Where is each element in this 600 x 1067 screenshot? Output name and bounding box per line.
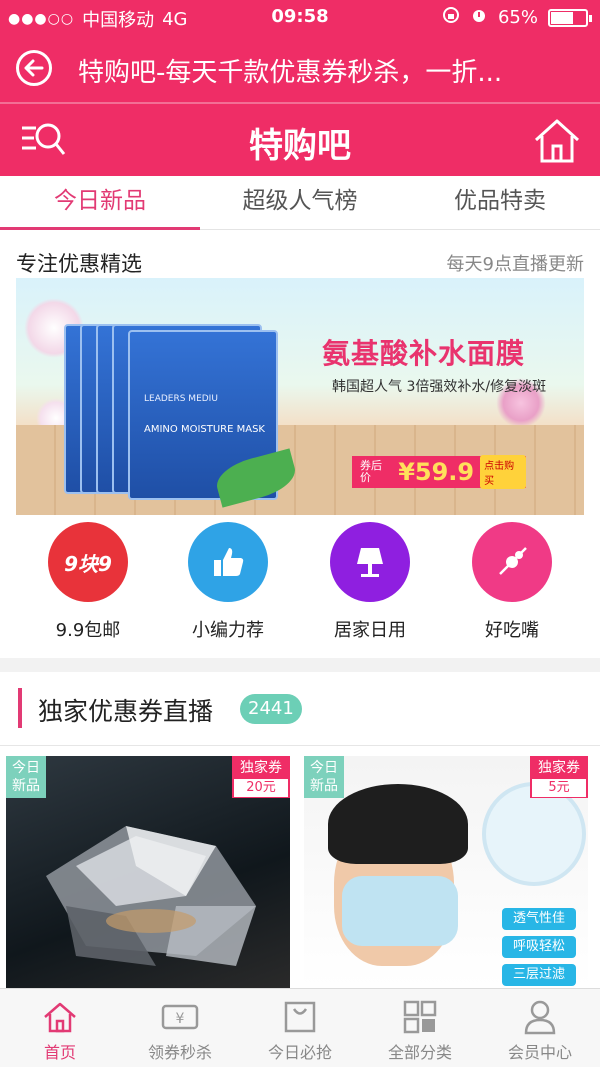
category-icon	[330, 522, 410, 602]
nav-label: 领券秒杀	[147, 1043, 212, 1062]
category-label: 9.9包邮	[55, 620, 121, 641]
new-tag: 今日新品	[304, 756, 344, 798]
battery-percent: 65%	[497, 7, 538, 28]
nav-member-center[interactable]: 会员中心	[480, 989, 600, 1067]
price-label: 券后价	[360, 459, 382, 484]
category-snacks[interactable]: 好吃嘴	[442, 522, 582, 642]
status-right: 65%	[442, 6, 592, 29]
page-title: 特购吧-每天千款优惠券秒杀，一折...	[78, 58, 503, 88]
model-hair	[328, 784, 468, 864]
product-card[interactable]: 透气性佳 呼吸轻松 三层过滤 今日新品 独家券 5元	[304, 756, 588, 988]
bottom-navigation: 首页 ¥ 领券秒杀 今日必抢 全部分类 会员中心	[0, 988, 600, 1067]
category-label: 好吃嘴	[485, 620, 539, 641]
nine-nine-icon: 9块9	[64, 551, 112, 576]
lock-rotation-icon	[442, 6, 460, 29]
coupon-section-header: 独家优惠券直播 2441	[0, 672, 600, 746]
banner-subtitle: 韩国超人气 3倍强效补水/修复淡斑	[332, 379, 547, 395]
nav-today-deals[interactable]: 今日必抢	[240, 989, 360, 1067]
nav-label: 会员中心	[507, 1043, 572, 1062]
coupon-amount: 20元	[234, 779, 288, 797]
nav-categories[interactable]: 全部分类	[360, 989, 480, 1067]
svg-text:¥: ¥	[176, 1011, 185, 1027]
nav-label: 今日必抢	[267, 1043, 332, 1062]
category-row: 9块9 9.9包邮 小编力荐 居家日用 好吃嘴	[0, 522, 600, 642]
coupon-tag-label: 独家券	[538, 760, 580, 776]
pack-brand: LEADERS MEDIU	[144, 394, 218, 404]
category-icon	[188, 522, 268, 602]
skewer-icon	[499, 547, 527, 575]
feature-badge: 呼吸轻松	[502, 936, 576, 958]
category-icon	[472, 522, 552, 602]
lamp-icon	[357, 548, 383, 577]
coupon-tag-label: 独家券	[240, 760, 282, 776]
coupon-tag: 独家券 5元	[530, 756, 588, 798]
coupon-tag: 独家券 20元	[232, 756, 290, 798]
tab-bar: 今日新品 超级人气榜 优品特卖	[0, 176, 600, 230]
featured-note: 每天9点直播更新	[446, 254, 584, 275]
tab-popular[interactable]: 超级人气榜	[200, 176, 400, 229]
promo-banner[interactable]: LEADERS MEDIU AMINO MOISTURE MASK 氨基酸补水面…	[16, 278, 584, 515]
product-grid: 今日新品 独家券 20元 透气性佳 呼吸轻松 三层过滤 今日新品 独家券 5元	[0, 746, 600, 988]
nav-label: 全部分类	[387, 1043, 452, 1062]
coupon-icon: ¥	[160, 997, 200, 1037]
alarm-icon	[470, 6, 488, 29]
user-icon	[520, 997, 560, 1037]
app-header: 特购吧	[0, 104, 600, 176]
status-bar: ●●●○○ 中国移动 4G 09:58 65%	[0, 0, 600, 34]
featured-section: 专注优惠精选 每天9点直播更新 LEADERS MEDIU AMINO MOIS…	[0, 230, 600, 658]
new-tag: 今日新品	[6, 756, 46, 798]
price-value: ¥59.9	[398, 458, 475, 486]
home-button[interactable]	[532, 118, 582, 164]
app-title: 特购吧	[249, 126, 351, 166]
tab-today-new[interactable]: 今日新品	[0, 176, 200, 230]
category-label: 小编力荐	[192, 620, 264, 641]
nav-label: 首页	[43, 1043, 76, 1062]
battery-icon	[548, 8, 592, 27]
coupon-count-badge: 2441	[240, 694, 302, 724]
home-icon	[40, 997, 80, 1037]
coupon-amount: 5元	[532, 779, 586, 797]
section-accent-bar	[18, 688, 22, 728]
banner-headline: 氨基酸补水面膜	[322, 337, 526, 370]
home-icon	[534, 119, 580, 163]
buy-button[interactable]: 点击购买	[480, 455, 526, 489]
category-home-goods[interactable]: 居家日用	[300, 522, 440, 642]
price-bar: 券后价 ¥59.9 点击购买	[352, 455, 526, 489]
product-card[interactable]: 今日新品 独家券 20元	[6, 756, 290, 988]
battery-fill	[551, 11, 573, 24]
face-mask-image	[342, 876, 458, 946]
featured-label: 专注优惠精选	[16, 252, 142, 276]
section-title: 独家优惠券直播	[38, 697, 214, 726]
nav-home[interactable]: 首页	[0, 989, 120, 1067]
feature-badge: 三层过滤	[502, 964, 576, 986]
browser-title-bar: 特购吧-每天千款优惠券秒杀，一折...	[0, 34, 600, 102]
category-editor-picks[interactable]: 小编力荐	[158, 522, 298, 642]
back-button[interactable]	[16, 50, 52, 86]
pack-product: AMINO MOISTURE MASK	[144, 424, 265, 435]
thumbs-up-icon	[214, 548, 244, 576]
grid-icon	[400, 997, 440, 1037]
tab-special-sale[interactable]: 优品特卖	[400, 176, 600, 229]
category-icon: 9块9	[48, 522, 128, 602]
category-label: 居家日用	[334, 620, 406, 641]
bag-icon	[280, 997, 320, 1037]
back-arrow-icon	[24, 59, 44, 77]
nav-coupons[interactable]: ¥ 领券秒杀	[120, 989, 240, 1067]
category-free-shipping[interactable]: 9块9 9.9包邮	[18, 522, 158, 642]
feature-badge: 透气性佳	[502, 908, 576, 930]
